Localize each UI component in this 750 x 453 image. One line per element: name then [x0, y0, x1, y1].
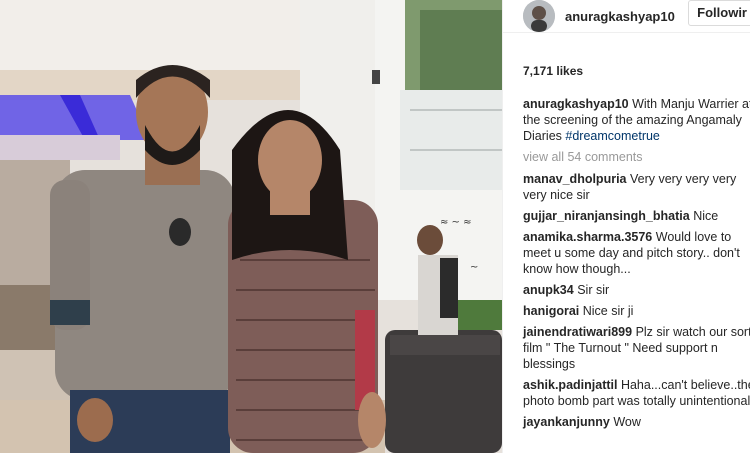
caption: anuragkashyap10 With Manju Warrier at th… [523, 96, 750, 144]
avatar-image [523, 0, 555, 32]
comment-username[interactable]: hanigorai [523, 304, 579, 318]
view-all-comments-link[interactable]: view all 54 comments [523, 149, 750, 165]
photo-image: ≈ ~ ≈ ~ [0, 0, 502, 453]
comment-text: Sir sir [577, 283, 610, 297]
comment-username[interactable]: anamika.sharma.3576 [523, 230, 652, 244]
comment-text: Wow [613, 415, 641, 429]
comment-item: anupk34 Sir sir [523, 282, 750, 298]
comment-text: Nice [693, 209, 719, 223]
comments-list: anuragkashyap10 With Manju Warrier at th… [523, 96, 750, 435]
likes-count[interactable]: 7,171 likes [523, 64, 583, 78]
post-username[interactable]: anuragkashyap10 [565, 9, 675, 24]
comment-item: ashik.padinjattil Haha...can't believe..… [523, 377, 750, 409]
post-sidebar: anuragkashyap10 Followir 7,171 likes anu… [502, 0, 750, 453]
comment-username[interactable]: gujjar_niranjansingh_bhatia [523, 209, 690, 223]
post-photo[interactable]: ≈ ~ ≈ ~ [0, 0, 502, 453]
comment-item: jainendratiwari899 Plz sir watch our sor… [523, 324, 750, 372]
avatar[interactable] [523, 0, 555, 32]
comment-username[interactable]: ashik.padinjattil [523, 378, 617, 392]
comment-username[interactable]: jayankanjunny [523, 415, 610, 429]
comment-username[interactable]: jainendratiwari899 [523, 325, 632, 339]
comment-item: jayankanjunny Wow [523, 414, 750, 430]
follow-button[interactable]: Followir [688, 0, 750, 26]
caption-username[interactable]: anuragkashyap10 [523, 97, 629, 111]
post-header: anuragkashyap10 Followir [503, 0, 750, 33]
comment-item: hanigorai Nice sir ji [523, 303, 750, 319]
comment-item: manav_dholpuria Very very very very very… [523, 171, 750, 203]
comment-username[interactable]: anupk34 [523, 283, 574, 297]
comment-username[interactable]: manav_dholpuria [523, 172, 627, 186]
svg-text:~: ~ [470, 262, 478, 273]
comment-item: anamika.sharma.3576 Would love to meet u… [523, 229, 750, 277]
comment-text: Nice sir ji [582, 304, 634, 318]
svg-text:≈ ~ ≈: ≈ ~ ≈ [440, 217, 472, 228]
caption-hashtag[interactable]: #dreamcometrue [565, 129, 660, 143]
comment-item: gujjar_niranjansingh_bhatia Nice [523, 208, 750, 224]
